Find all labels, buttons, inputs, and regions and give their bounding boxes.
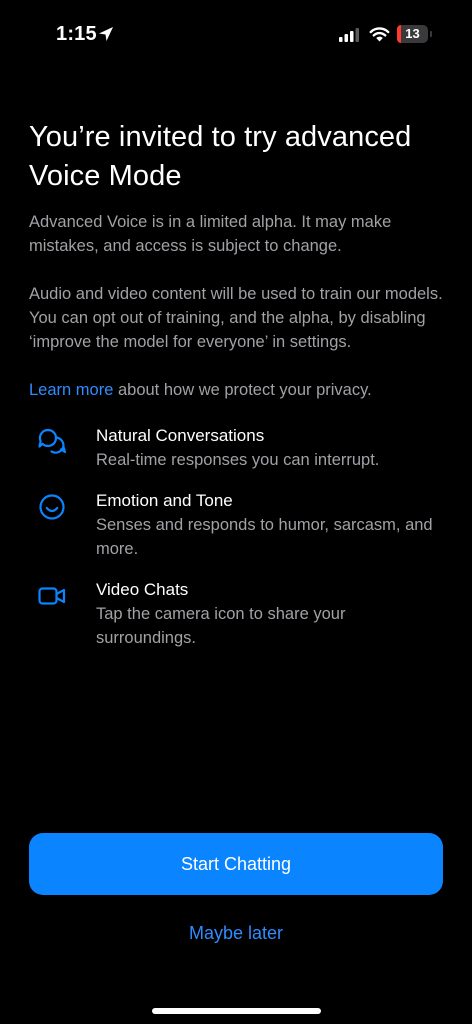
wifi-icon xyxy=(369,27,390,42)
start-chatting-button[interactable]: Start Chatting xyxy=(29,833,443,895)
feature-description: Tap the camera icon to share your surrou… xyxy=(96,605,346,647)
feature-video-chats: Video Chats Tap the camera icon to share… xyxy=(29,578,449,650)
cellular-signal-icon xyxy=(339,28,359,42)
privacy-line: Learn more about how we protect your pri… xyxy=(29,378,449,402)
battery-cap xyxy=(430,31,432,37)
feature-title: Emotion and Tone xyxy=(96,491,233,510)
location-arrow-icon xyxy=(99,27,113,41)
battery-level: 13 xyxy=(405,26,420,41)
feature-title: Video Chats xyxy=(96,580,189,599)
maybe-later-button[interactable]: Maybe later xyxy=(136,918,336,948)
battery-icon: 13 xyxy=(397,25,428,43)
status-bar: 1:15 13 xyxy=(0,0,472,70)
main-content: You’re invited to try advanced Voice Mod… xyxy=(29,118,449,667)
alpha-notice: Advanced Voice is in a limited alpha. It… xyxy=(29,213,392,255)
smiley-face-icon xyxy=(39,494,65,520)
video-camera-icon xyxy=(38,587,66,605)
page-title: You’re invited to try advanced Voice Mod… xyxy=(29,121,412,192)
feature-emotion-and-tone: Emotion and Tone Senses and responds to … xyxy=(29,489,449,561)
feature-description: Senses and responds to humor, sarcasm, a… xyxy=(96,516,433,558)
status-time: 1:15 xyxy=(56,23,97,45)
feature-title: Natural Conversations xyxy=(96,426,265,445)
privacy-text: about how we protect your privacy. xyxy=(113,381,372,399)
training-notice: Audio and video content will be used to … xyxy=(29,285,443,351)
feature-natural-conversations: Natural Conversations Real-time response… xyxy=(29,424,449,472)
feature-description: Real-time responses you can interrupt. xyxy=(96,451,380,469)
learn-more-link[interactable]: Learn more xyxy=(29,381,113,399)
home-indicator[interactable] xyxy=(152,1008,321,1014)
feature-list: Natural Conversations Real-time response… xyxy=(29,424,449,650)
chat-bubbles-icon xyxy=(38,428,67,454)
